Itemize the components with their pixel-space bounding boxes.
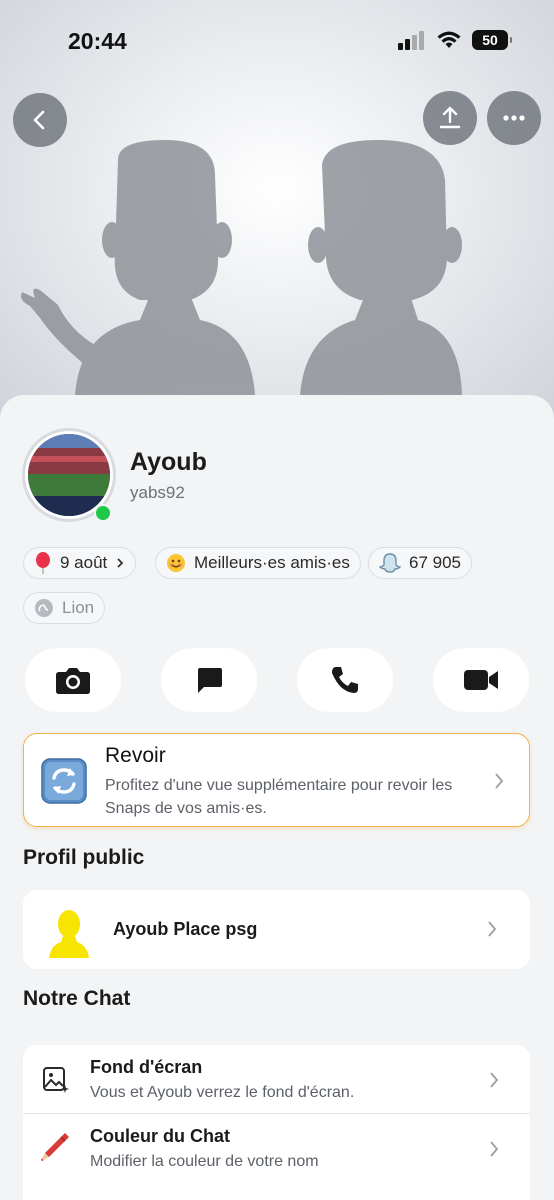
chat-button[interactable] xyxy=(161,648,257,712)
chevron-right-icon xyxy=(490,1141,499,1157)
our-chat-heading: Notre Chat xyxy=(23,987,131,1010)
our-chat-card: Fond d'écran Vous et Ayoub verrez le fon… xyxy=(23,1045,530,1200)
chip-zodiac[interactable]: Lion xyxy=(23,592,106,624)
wifi-icon xyxy=(437,31,461,48)
status-bar: 20:44 50 xyxy=(0,0,554,80)
public-profile-row[interactable]: Ayoub Place psg xyxy=(23,890,530,969)
profile-name: Ayoub xyxy=(130,448,207,476)
crayon-icon xyxy=(41,1133,69,1161)
battery-indicator: 50 xyxy=(472,30,512,50)
chip-label: 67 905 xyxy=(409,553,461,572)
chip-snapscore[interactable]: 67 905 xyxy=(368,547,472,579)
more-options-button[interactable] xyxy=(487,91,541,145)
balloon-icon xyxy=(36,552,50,574)
video-call-button[interactable] xyxy=(433,648,529,712)
public-profile-label: Ayoub Place psg xyxy=(113,919,258,939)
share-button[interactable] xyxy=(423,91,477,145)
signal-icon xyxy=(398,31,424,50)
wallpaper-row[interactable]: Fond d'écran Vous et Ayoub verrez le fon… xyxy=(23,1045,530,1113)
upload-icon xyxy=(439,106,461,129)
phone-icon xyxy=(332,667,358,693)
chip-best-friends[interactable]: Meilleurs·es amis·es xyxy=(155,547,361,579)
revoir-title: Revoir xyxy=(105,744,166,767)
chat-color-title: Couleur du Chat xyxy=(90,1126,230,1146)
ghost-icon xyxy=(379,553,401,573)
revoir-card[interactable]: Revoir Profitez d'une vue supplémentaire… xyxy=(23,733,530,827)
profile-username: yabs92 xyxy=(130,483,185,502)
leo-icon xyxy=(35,599,53,617)
chat-color-description: Modifier la couleur de votre nom xyxy=(90,1153,319,1170)
chevron-right-icon xyxy=(495,773,504,789)
chevron-right-icon xyxy=(117,558,124,568)
chip-label: Lion xyxy=(62,598,95,617)
bitmoji-placeholder-icon xyxy=(49,910,89,958)
camera-icon xyxy=(56,668,90,694)
wallpaper-icon xyxy=(43,1067,69,1093)
chip-birthday[interactable]: 9 août xyxy=(23,547,137,579)
replay-icon xyxy=(41,758,87,804)
camera-button[interactable] xyxy=(25,648,121,712)
chevron-right-icon xyxy=(488,921,497,937)
stadium-photo xyxy=(28,434,110,516)
call-button[interactable] xyxy=(297,648,393,712)
chat-color-row[interactable]: Couleur du Chat Modifier la couleur de v… xyxy=(23,1114,530,1182)
chip-label: 9 août xyxy=(60,553,108,572)
chat-icon xyxy=(198,668,222,693)
back-button[interactable] xyxy=(13,93,67,147)
chevron-right-icon xyxy=(490,1072,499,1088)
smile-icon xyxy=(167,554,185,572)
online-indicator xyxy=(94,504,112,522)
public-profile-heading: Profil public xyxy=(23,846,145,869)
more-dots-icon xyxy=(503,115,525,121)
revoir-description: Profitez d'une vue supplémentaire pour r… xyxy=(105,777,453,817)
status-time: 20:44 xyxy=(68,28,127,54)
chevron-left-icon xyxy=(33,110,45,130)
video-camera-icon xyxy=(464,670,498,690)
wallpaper-title: Fond d'écran xyxy=(90,1057,203,1077)
chip-label: Meilleurs·es amis·es xyxy=(194,553,350,572)
wallpaper-description: Vous et Ayoub verrez le fond d'écran. xyxy=(90,1084,355,1101)
